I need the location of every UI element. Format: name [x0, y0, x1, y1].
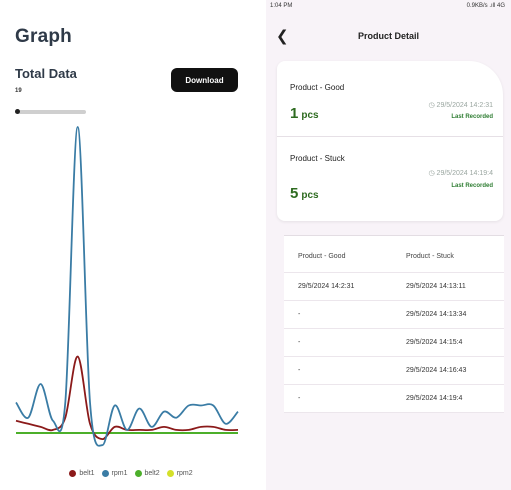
series-line-belt1 [15, 355, 239, 440]
table-cell: 29/5/2024 14:15:4 [406, 339, 463, 346]
stuck-count-unit: pcs [301, 190, 319, 201]
good-date: ◷ 29/5/2024 14:2:31 [428, 101, 493, 109]
legend-label: belt2 [144, 470, 160, 477]
header-title: Product Detail [357, 31, 419, 41]
table-cell: - [298, 311, 301, 318]
legend-label: rpm1 [111, 470, 128, 477]
chart-scrollbar-thumb[interactable] [15, 109, 20, 114]
page-title: Graph [15, 26, 72, 47]
stuck-date: ◷ 29/5/2024 14:19:4 [428, 169, 493, 177]
chart-legend: belt1 rpm1 belt2 rpm2 [0, 470, 262, 477]
good-date-value: 29/5/2024 14:2:31 [436, 102, 493, 109]
legend-item-belt1: belt1 [69, 470, 95, 477]
chart-scrollbar[interactable] [15, 110, 86, 114]
legend-item-rpm2: rpm2 [166, 470, 193, 477]
good-count-value: 1 [290, 105, 299, 122]
good-section: Product - Good 1 pcs ◷ 29/5/2024 14:2:31 L… [277, 61, 503, 136]
legend-item-belt2: belt2 [134, 470, 160, 477]
legend-swatch [101, 470, 109, 477]
table-row: - 29/5/2024 14:19:4 [284, 385, 504, 413]
total-data-value: 19 [15, 88, 22, 94]
good-label: Product - Good [290, 83, 345, 92]
table-cell: 29/5/2024 14:19:4 [406, 395, 463, 402]
stuck-label: Product - Stuck [290, 154, 345, 163]
total-data-label: Total Data [15, 66, 77, 81]
table-header-row: Product - Good Product - Stuck [284, 236, 504, 273]
legend-swatch [69, 470, 77, 477]
good-count-unit: pcs [301, 110, 319, 121]
stuck-date-value: 29/5/2024 14:19:4 [436, 170, 493, 177]
table-row: - 29/5/2024 14:15:4 [284, 329, 504, 357]
status-indicators: 0.9KB/s .ıll 4G [466, 3, 505, 9]
table-cell: - [298, 339, 301, 346]
legend-label: rpm2 [176, 470, 193, 477]
download-button[interactable]: Download [171, 68, 238, 92]
table-cell: 29/5/2024 14:13:34 [406, 311, 467, 318]
table-cell: - [298, 367, 301, 374]
table-row: - 29/5/2024 14:13:34 [284, 301, 504, 329]
legend-swatch [166, 470, 174, 477]
stuck-count-value: 5 [290, 185, 299, 202]
good-status: Last Recorded [451, 114, 493, 120]
table-row: 29/5/2024 14:2:31 29/5/2024 14:13:11 [284, 273, 504, 301]
status-time: 1:04 PM [270, 3, 293, 9]
line-chart [15, 126, 239, 447]
column-header-stuck: Product - Stuck [406, 253, 454, 260]
product-detail-screen: 1:04 PM 0.9KB/s .ıll 4G ❮ Product Detail… [266, 0, 511, 490]
legend-swatch [134, 470, 142, 477]
series-line-rpm1 [15, 126, 239, 447]
clock-icon: ◷ [428, 102, 435, 109]
table-cell: 29/5/2024 14:16:43 [406, 367, 467, 374]
table-cell: 29/5/2024 14:13:11 [406, 283, 466, 290]
stuck-section: Product - Stuck 5 pcs ◷ 29/5/2024 14:19:4 … [277, 137, 503, 221]
graph-screen: Graph Total Data 19 Download belt1 rpm1 be… [0, 0, 262, 490]
legend-item-rpm1: rpm1 [101, 470, 128, 477]
good-count: 1 pcs [290, 105, 319, 123]
column-header-good: Product - Good [298, 253, 346, 260]
product-summary-card: Product - Good 1 pcs ◷ 29/5/2024 14:2:31 L… [277, 61, 503, 221]
clock-icon: ◷ [428, 170, 435, 177]
history-table: Product - Good Product - Stuck 29/5/2024… [284, 236, 504, 413]
status-bar: 1:04 PM 0.9KB/s .ıll 4G [266, 0, 511, 14]
table-cell: - [298, 395, 301, 402]
stuck-status: Last Recorded [451, 183, 493, 189]
stuck-count: 5 pcs [290, 185, 319, 203]
legend-label: belt1 [79, 470, 95, 477]
table-row: - 29/5/2024 14:16:43 [284, 357, 504, 385]
table-cell: 29/5/2024 14:2:31 [298, 283, 355, 290]
